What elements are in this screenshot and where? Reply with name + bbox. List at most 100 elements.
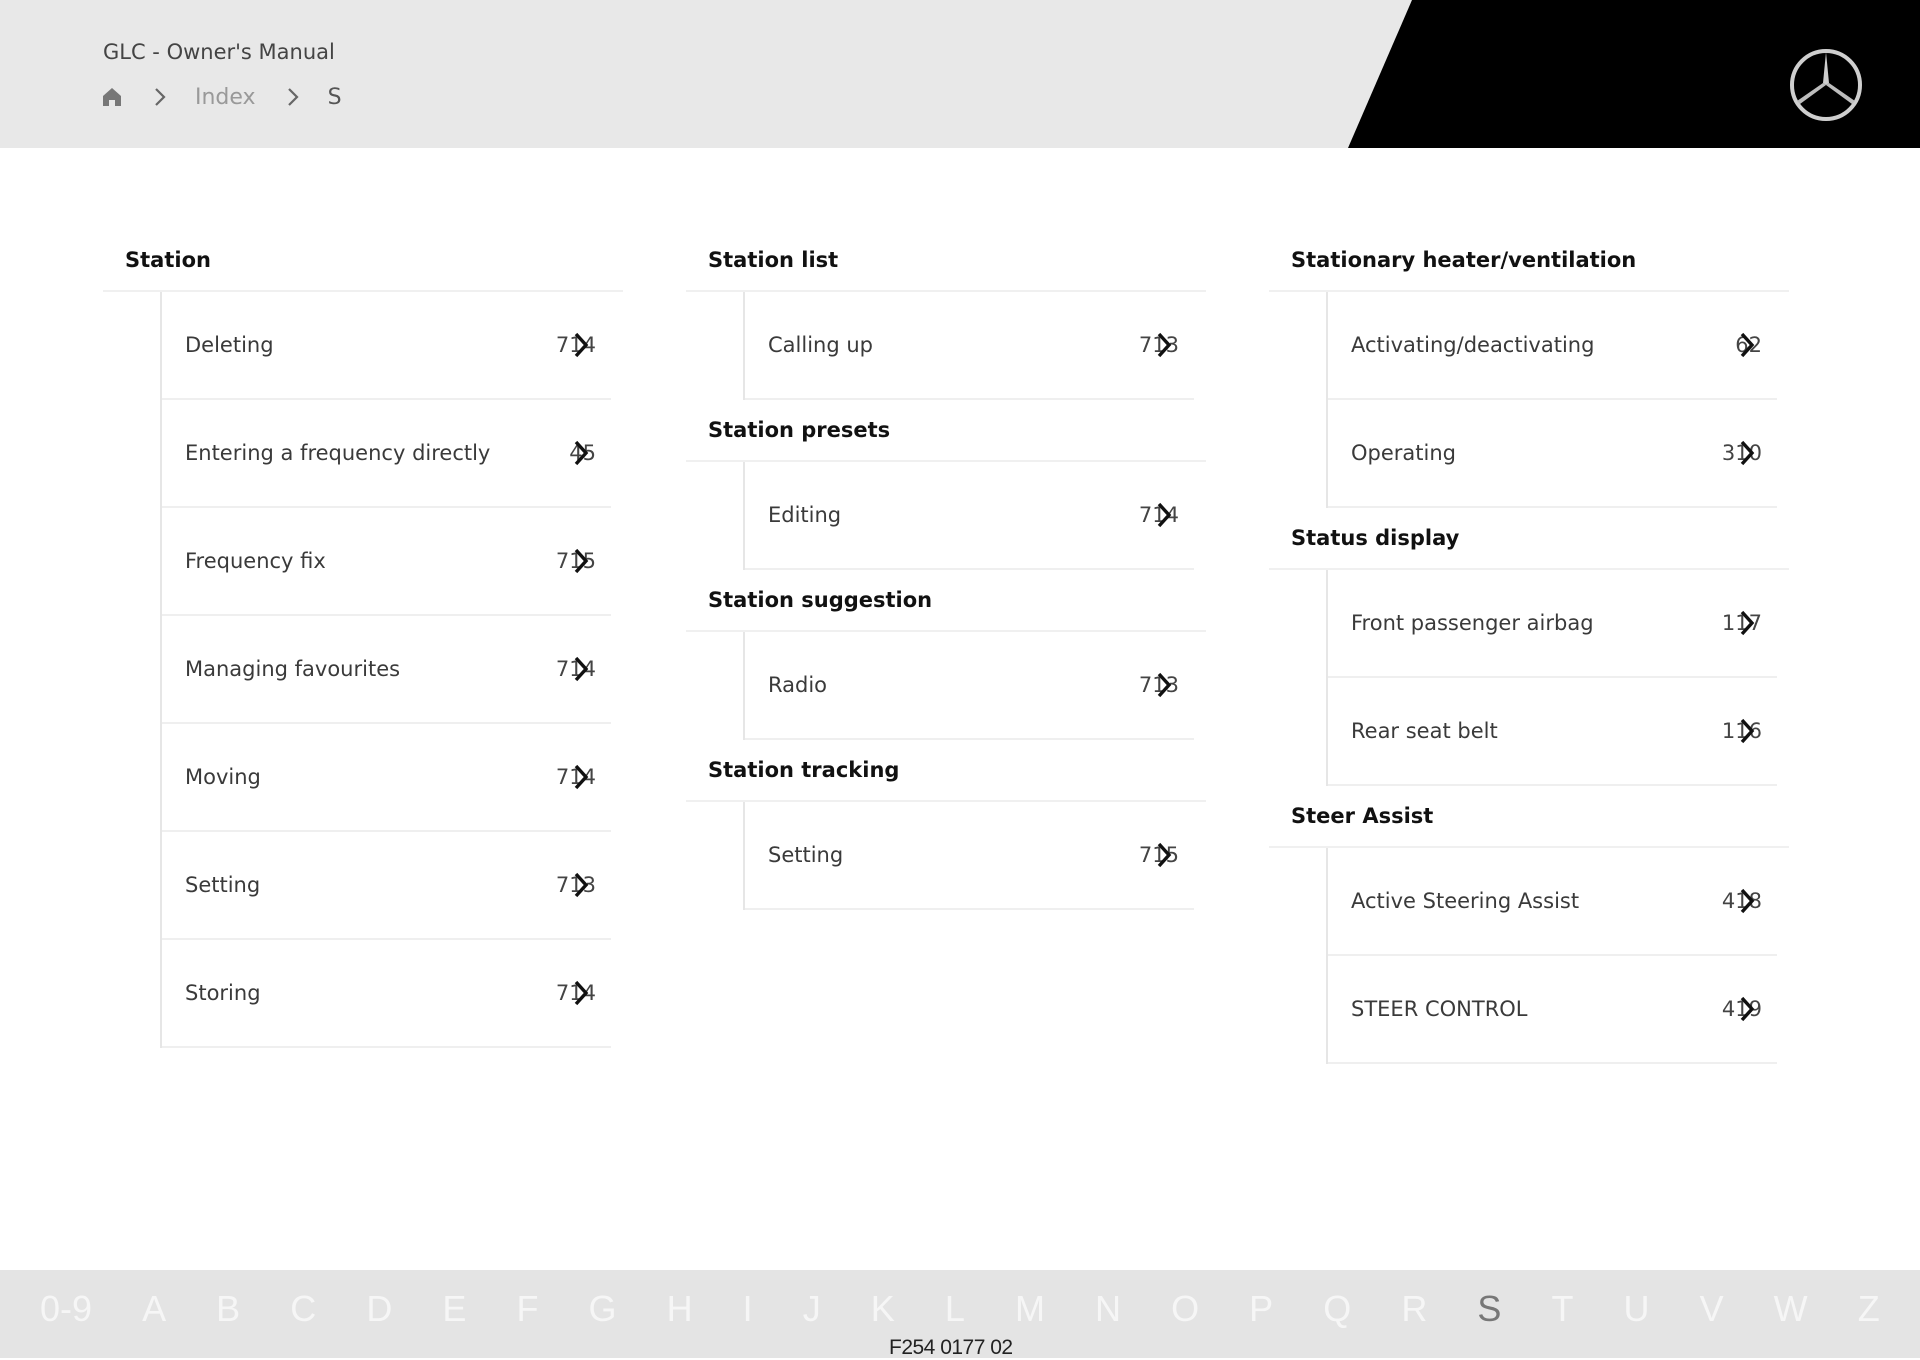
alphabet-letter[interactable]: B [216,1288,240,1330]
index-entry[interactable]: Editing 714 [745,462,1194,570]
index-entry[interactable]: Calling up 713 [745,292,1194,400]
alphabet-letter[interactable]: U [1624,1288,1650,1330]
alphabet-letter[interactable]: H [667,1288,693,1330]
index-entry[interactable]: Managing favourites 714 [162,616,611,724]
alphabet-letter[interactable]: A [142,1288,166,1330]
alphabet-letter[interactable]: J [803,1288,821,1330]
entry-group: Setting 715 [743,802,1206,910]
breadcrumb-current: S [327,84,342,110]
breadcrumb: Index S [101,82,342,112]
chevron-right-icon [155,88,166,106]
index-entry[interactable]: Front passenger airbag 117 [1328,570,1777,678]
entry-group: Calling up 713 [743,292,1206,400]
section-heading: Steer Assist [1269,786,1789,848]
section-heading: Station presets [686,400,1206,462]
index-entry[interactable]: Frequency fix 715 [162,508,611,616]
chevron-right-icon [1157,842,1172,868]
header: GLC - Owner's Manual Index S [0,0,1920,148]
index-entry[interactable]: Setting 713 [162,832,611,940]
alphabet-bar: 0-9 A B C D E F G H I J K L M N O P Q R S T U V W Z F254 0177 02 [0,1270,1920,1359]
section-heading: Station list [686,230,1206,292]
chevron-right-icon [574,764,589,790]
alphabet-letter[interactable]: S [1477,1288,1501,1330]
chevron-right-icon [1740,996,1755,1022]
index-entry[interactable]: Setting 715 [745,802,1194,910]
index-entry[interactable]: Entering a frequency directly 45 [162,400,611,508]
entry-group: Radio 713 [743,632,1206,740]
chevron-right-icon [1157,502,1172,528]
manual-title: GLC - Owner's Manual [103,40,335,64]
chevron-right-icon [574,872,589,898]
index-entry[interactable]: STEER CONTROL 419 [1328,956,1777,1064]
chevron-right-icon [574,440,589,466]
mercedes-star-logo [1790,49,1862,121]
index-entry[interactable]: Rear seat belt 116 [1328,678,1777,786]
index-entry[interactable]: Operating 310 [1328,400,1777,508]
entry-label: Front passenger airbag [1351,611,1594,635]
index-entry[interactable]: Moving 714 [162,724,611,832]
entry-label: Moving [185,765,261,789]
chevron-right-icon [1740,440,1755,466]
index-column-3: Stationary heater/ventilation Activating/… [1269,230,1789,1064]
alphabet-letter[interactable]: G [589,1288,617,1330]
alphabet-letter[interactable]: V [1700,1288,1724,1330]
breadcrumb-index[interactable]: Index [195,85,256,110]
alphabet-letter[interactable]: K [871,1288,895,1330]
entry-label: Rear seat belt [1351,719,1498,743]
alphabet-letter[interactable]: D [366,1288,392,1330]
section-heading: Stationary heater/ventilation [1269,230,1789,292]
section-heading: Station [103,230,623,292]
index-column-2: Station list Calling up 713 Station presets… [686,230,1206,910]
chevron-right-icon [574,656,589,682]
section-heading: Station suggestion [686,570,1206,632]
alphabet-letter[interactable]: E [442,1288,466,1330]
alphabet-letter[interactable]: R [1401,1288,1427,1330]
alphabet-letter[interactable]: N [1095,1288,1121,1330]
chevron-right-icon [574,332,589,358]
alphabet-letter[interactable]: Q [1323,1288,1351,1330]
alphabet-index: 0-9 A B C D E F G H I J K L M N O P Q R S T U V W Z [40,1288,1880,1330]
index-entry[interactable]: Deleting 714 [162,292,611,400]
entry-group: Active Steering Assist 418 STEER CONTROL 41… [1326,848,1789,1064]
entry-label: Activating/deactivating [1351,333,1595,357]
alphabet-letter[interactable]: P [1249,1288,1273,1330]
entry-group: Front passenger airbag 117 Rear seat belt 1… [1326,570,1789,786]
section-heading: Station tracking [686,740,1206,802]
chevron-right-icon [1740,888,1755,914]
entry-group: Deleting 714 Entering a frequency directly… [160,292,623,1048]
index-entry[interactable]: Active Steering Assist 418 [1328,848,1777,956]
entry-label: Managing favourites [185,657,401,681]
entry-group: Editing 714 [743,462,1206,570]
chevron-right-icon [1740,718,1755,744]
chevron-right-icon [1740,332,1755,358]
index-entry[interactable]: Radio 713 [745,632,1194,740]
index-entry[interactable]: Storing 714 [162,940,611,1048]
entry-group: Activating/deactivating 62 Operating 310 [1326,292,1789,508]
chevron-right-icon [574,980,589,1006]
chevron-right-icon [287,88,299,106]
alphabet-letter[interactable]: 0-9 [40,1288,92,1330]
alphabet-letter[interactable]: W [1774,1288,1808,1330]
alphabet-letter[interactable]: Z [1858,1288,1880,1330]
chevron-right-icon [1740,610,1755,636]
chevron-right-icon [1157,332,1172,358]
alphabet-letter[interactable]: I [743,1288,753,1330]
entry-label: Setting [768,843,844,867]
entry-label: Setting [185,873,261,897]
alphabet-letter[interactable]: F [516,1288,538,1330]
entry-label: Frequency fix [185,549,326,573]
entry-label: STEER CONTROL [1351,997,1528,1021]
brand-panel [1348,0,1920,148]
alphabet-letter[interactable]: T [1551,1288,1573,1330]
home-icon[interactable] [101,86,123,108]
index-entry[interactable]: Activating/deactivating 62 [1328,292,1777,400]
alphabet-letter[interactable]: L [945,1288,965,1330]
entry-label: Deleting [185,333,274,357]
alphabet-letter[interactable]: C [290,1288,316,1330]
alphabet-letter[interactable]: M [1015,1288,1045,1330]
alphabet-letter[interactable]: O [1171,1288,1199,1330]
figure-code: F254 0177 02 [889,1336,1013,1359]
entry-label: Calling up [768,333,873,357]
entry-label: Editing [768,503,842,527]
chevron-right-icon [1157,672,1172,698]
